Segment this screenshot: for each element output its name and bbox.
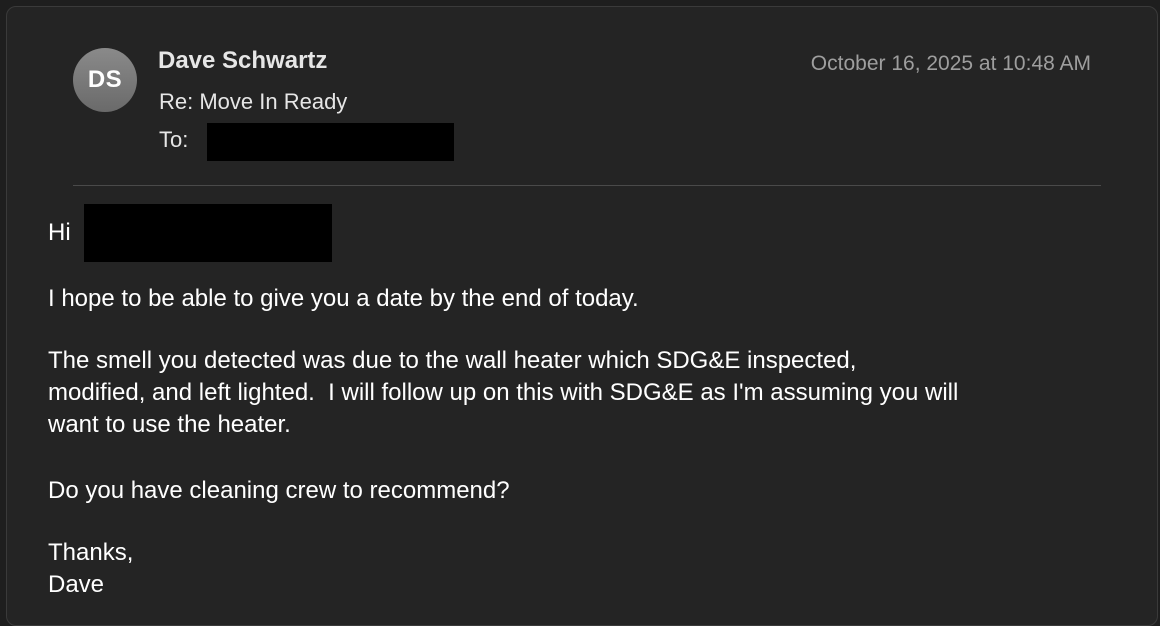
redacted-recipient-name <box>84 204 332 262</box>
body-line-cleaning: Do you have cleaning crew to recommend? <box>48 477 510 504</box>
signoff: Thanks, <box>48 539 134 566</box>
avatar[interactable]: DS <box>73 48 137 112</box>
sender-name[interactable]: Dave Schwartz <box>158 47 327 75</box>
to-label: To: <box>159 127 189 152</box>
email-window: DS Dave Schwartz Re: Move In Ready To: O… <box>6 6 1158 626</box>
body-line-heater-3: want to use the heater. <box>48 411 291 438</box>
redacted-recipient <box>207 123 454 161</box>
header-divider <box>73 185 1101 186</box>
signature: Dave <box>48 571 105 598</box>
body-line-heater-2: modified, and left lighted. I will follo… <box>48 379 959 406</box>
body-line-date: I hope to be able to give you a date by … <box>48 285 639 312</box>
greeting: Hi <box>48 219 71 246</box>
body-line-heater-1: The smell you detected was due to the wa… <box>48 347 857 374</box>
email-timestamp: October 16, 2025 at 10:48 AM <box>810 52 1091 75</box>
email-subject: Re: Move In Ready <box>159 89 348 114</box>
